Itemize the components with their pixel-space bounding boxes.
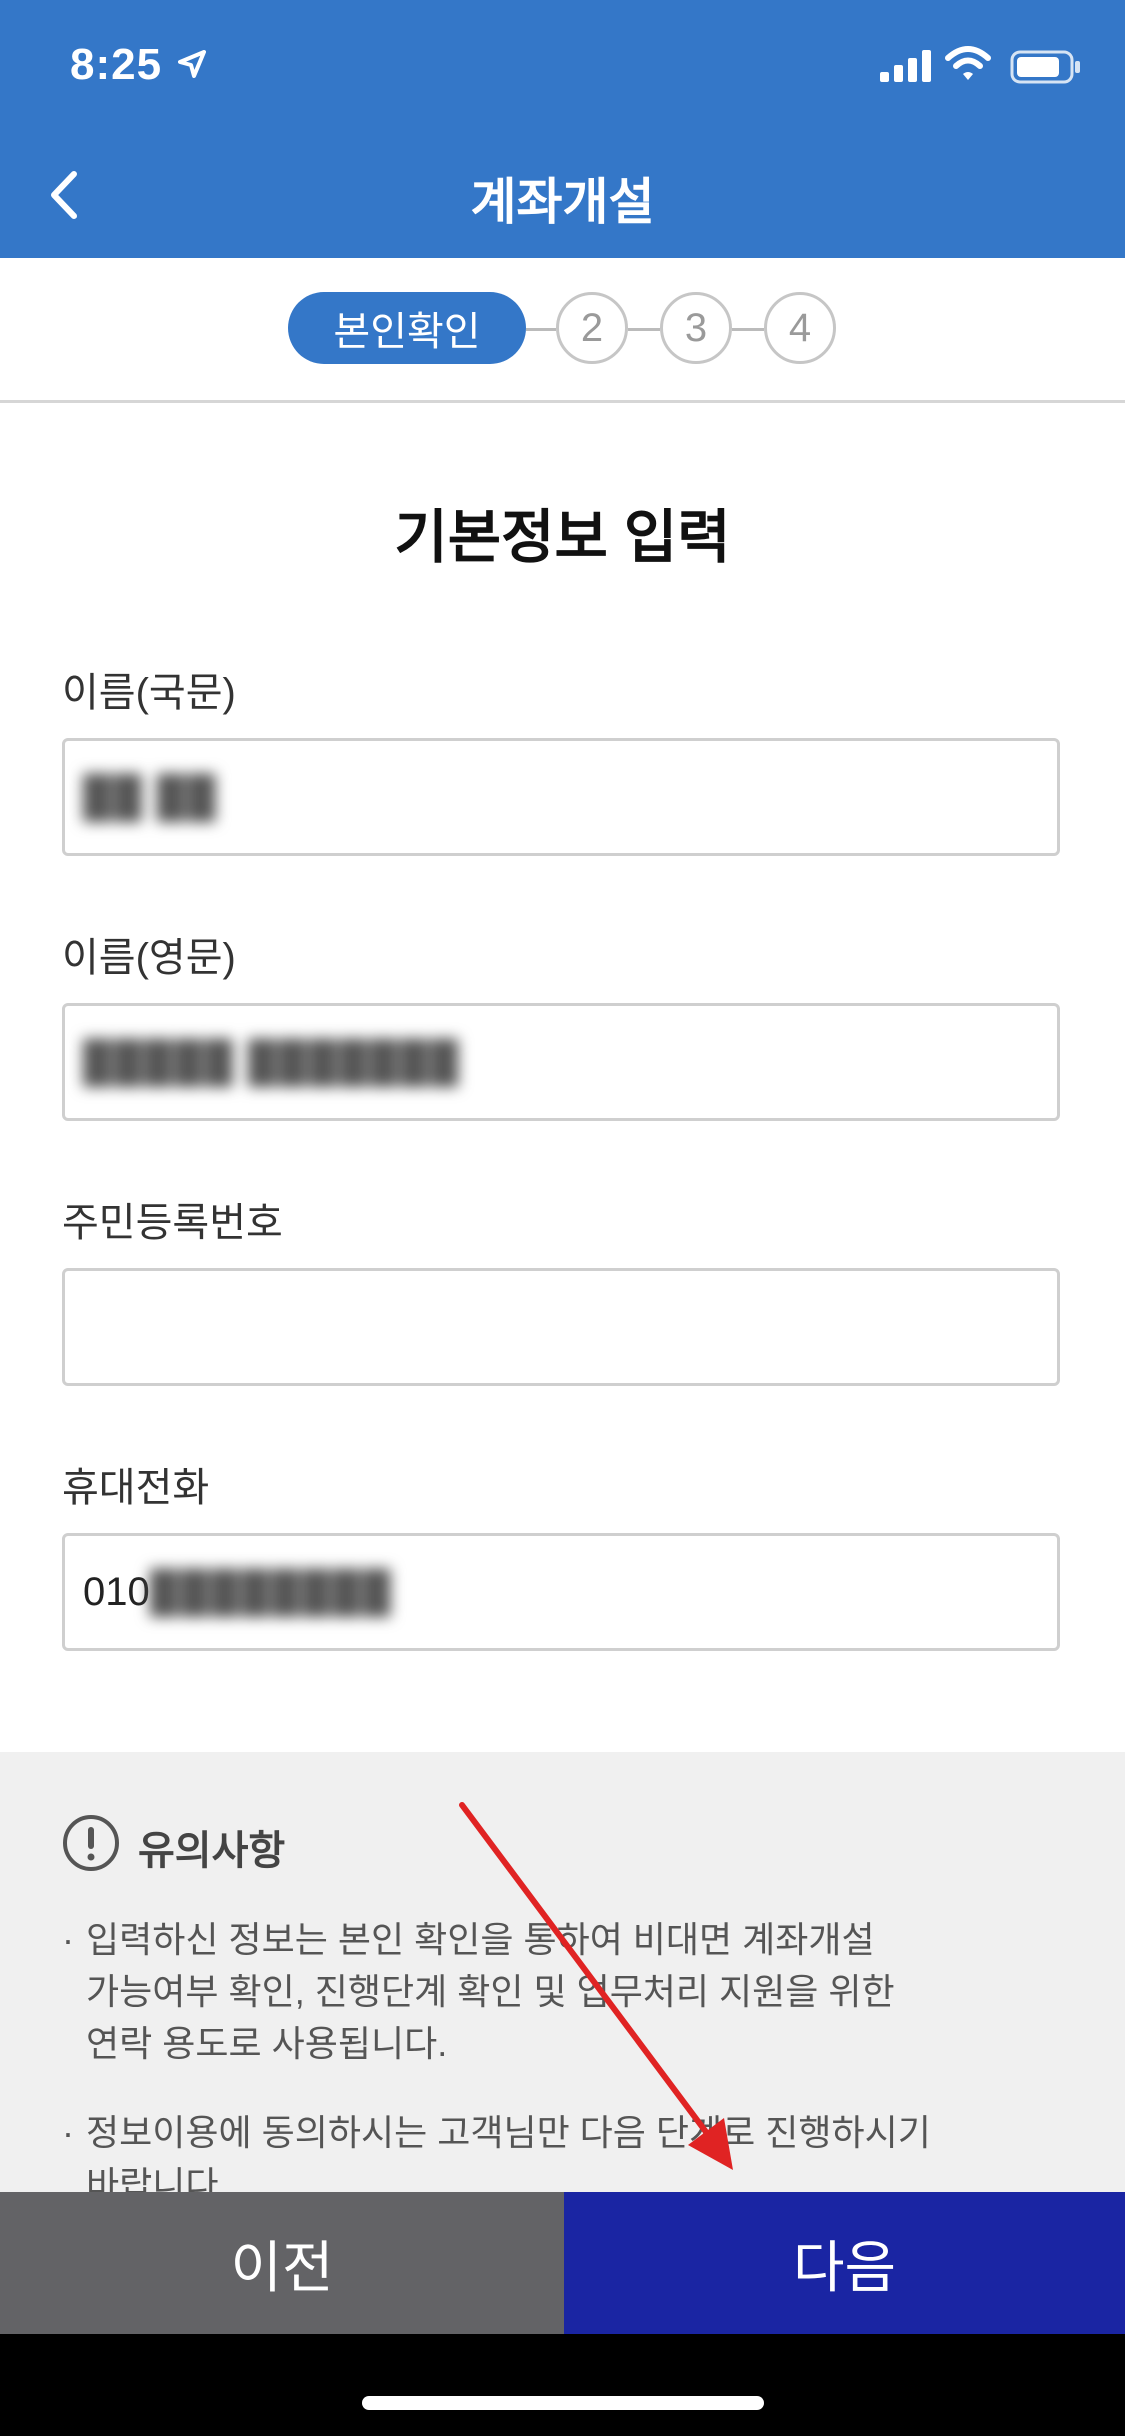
next-button[interactable]: 다음 [564,2192,1125,2334]
home-bar-area [0,2334,1125,2436]
home-indicator[interactable] [362,2396,764,2410]
previous-button[interactable]: 이전 [0,2192,564,2334]
annotation-arrow [459,1802,733,2170]
